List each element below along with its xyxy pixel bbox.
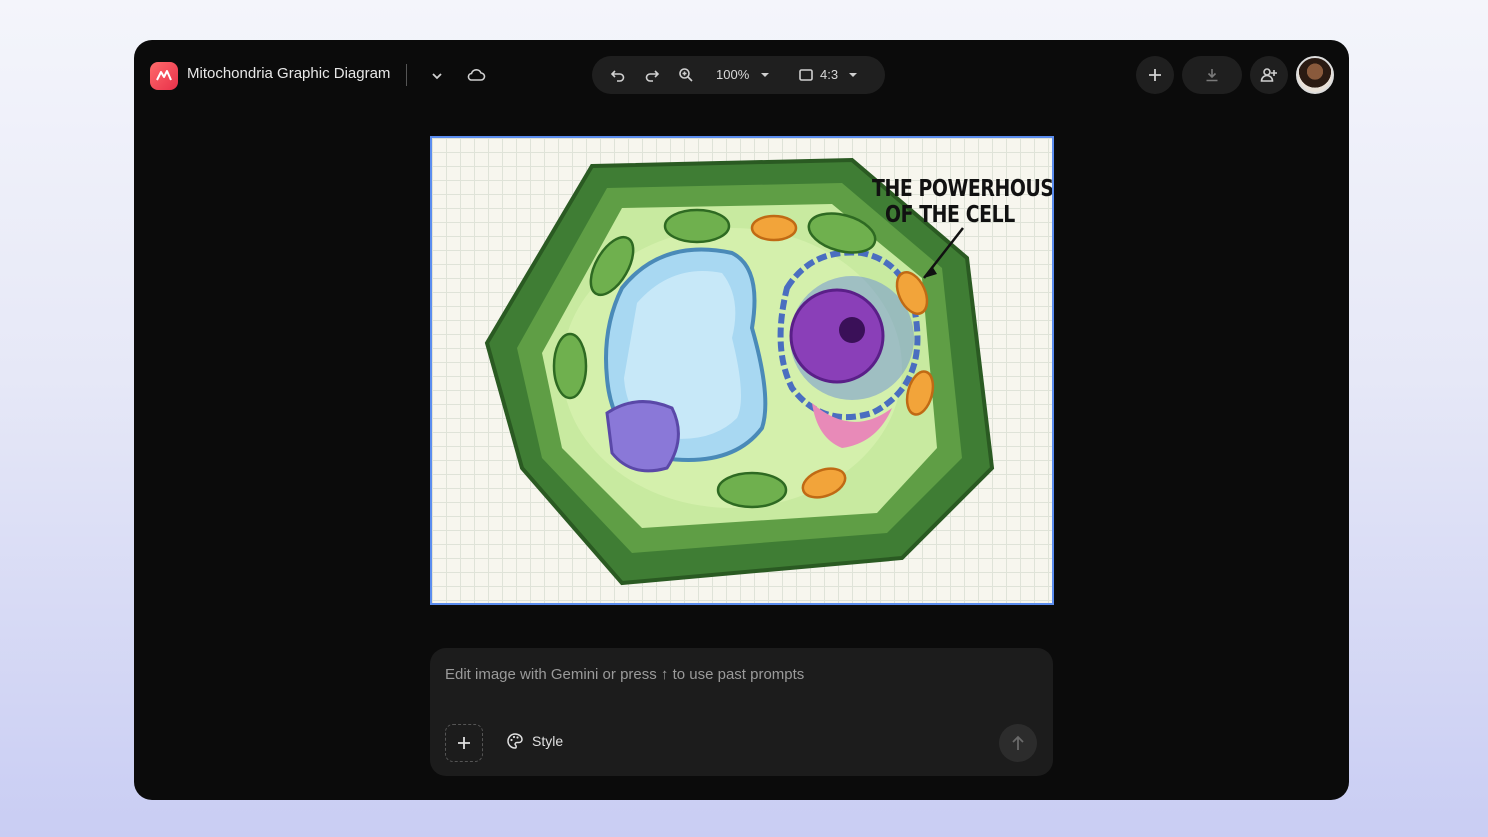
caption-line-2: OF THE CELL: [884, 202, 1015, 228]
app-logo-icon[interactable]: [150, 62, 178, 90]
attach-button[interactable]: [445, 724, 483, 762]
undo-icon[interactable]: [608, 65, 628, 85]
aspect-dropdown-icon[interactable]: [846, 69, 860, 81]
send-button[interactable]: [999, 724, 1037, 762]
cloud-icon[interactable]: [464, 64, 488, 86]
add-button[interactable]: [1136, 56, 1174, 94]
aspect-ratio-icon[interactable]: [797, 67, 815, 83]
canvas-toolbar: 100% 4:3: [592, 56, 885, 94]
palette-icon: [507, 733, 523, 749]
style-label: Style: [532, 733, 564, 749]
arrow-up-icon: [1012, 735, 1024, 750]
app-window: Mitochondria Graphic Diagram 100% 4:3 TH…: [134, 40, 1349, 800]
add-person-icon: [1260, 68, 1277, 82]
document-title[interactable]: Mitochondria Graphic Diagram: [187, 65, 390, 82]
title-divider: [406, 64, 407, 86]
share-button[interactable]: [1250, 56, 1288, 94]
zoom-in-icon[interactable]: [676, 65, 696, 85]
style-button[interactable]: Style: [506, 732, 563, 750]
image-canvas[interactable]: THE POWERHOUSE OF THE CELL: [430, 136, 1054, 605]
plus-icon: [458, 737, 470, 749]
zoom-dropdown-icon[interactable]: [758, 69, 772, 81]
redo-icon[interactable]: [642, 65, 662, 85]
top-bar: Mitochondria Graphic Diagram 100% 4:3: [134, 40, 1349, 110]
zoom-level[interactable]: 100%: [716, 67, 749, 82]
powerhouse-caption: THE POWERHOUSE OF THE CELL: [872, 176, 1054, 228]
plus-icon: [1149, 69, 1161, 81]
prompt-panel: Edit image with Gemini or press ↑ to use…: [430, 648, 1053, 776]
download-button[interactable]: [1182, 56, 1242, 94]
download-icon: [1206, 69, 1218, 82]
aspect-ratio-value[interactable]: 4:3: [820, 67, 838, 82]
caption-line-1: THE POWERHOUSE: [872, 176, 1054, 202]
user-avatar[interactable]: [1296, 56, 1334, 94]
chevron-down-icon[interactable]: [426, 65, 448, 87]
prompt-input[interactable]: Edit image with Gemini or press ↑ to use…: [445, 666, 804, 683]
